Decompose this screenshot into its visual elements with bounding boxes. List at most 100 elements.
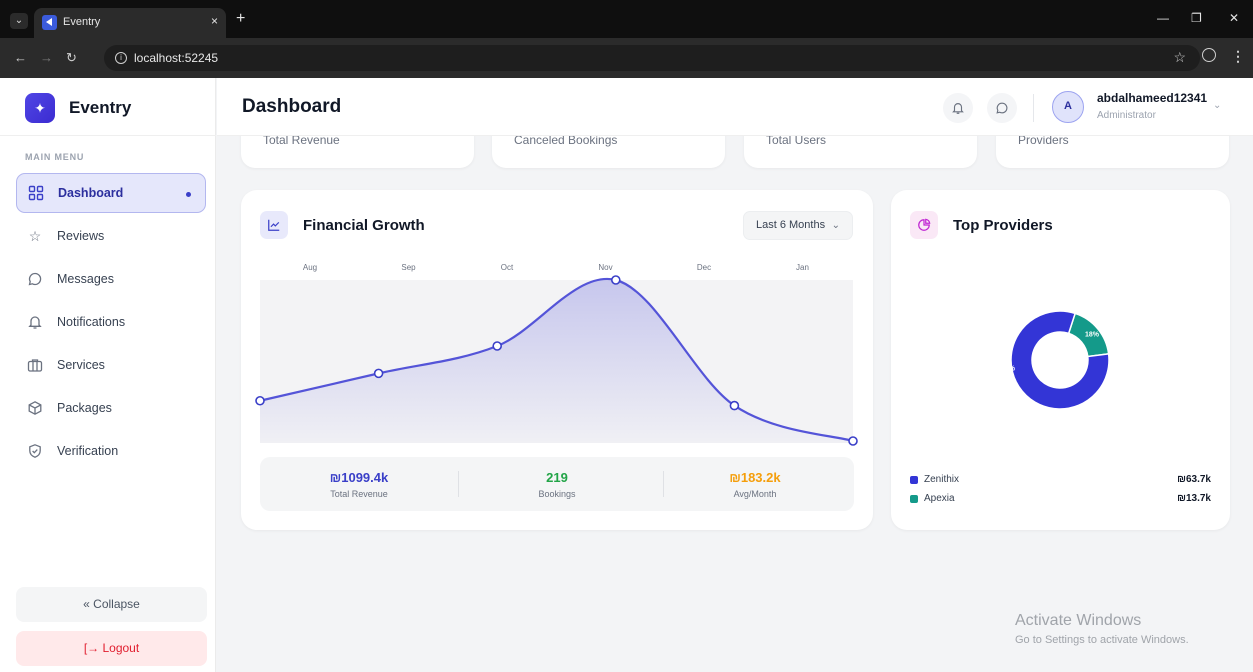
star-icon: ☆ [28,228,42,244]
collapse-button[interactable]: « Collapse [16,587,207,622]
window-close-icon[interactable]: ✕ [1229,11,1239,25]
chevron-down-icon[interactable]: ⌄ [1213,100,1221,111]
data-point[interactable] [729,400,740,411]
sidebar-item-messages[interactable]: Messages [16,260,206,300]
data-point[interactable] [492,341,503,351]
sidebar-item-packages[interactable]: Packages [16,389,206,429]
x-tick-label: Aug [303,263,317,272]
windows-watermark-subtitle: Go to Settings to activate Windows. [1015,634,1189,646]
tab-search-icon[interactable]: ⌄ [10,13,28,29]
forward-icon[interactable]: → [40,50,53,65]
profile-icon[interactable] [1202,48,1216,62]
range-select[interactable]: Last 6 Months ⌄ [743,211,853,240]
top-providers-title: Top Providers [953,217,1053,234]
user-role: Administrator [1097,110,1156,121]
notifications-bell-icon[interactable] [943,93,973,123]
line-chart-icon [260,211,288,239]
page-title: Dashboard [242,96,342,117]
brand-name: Eventry [69,98,132,117]
summary-total-revenue: ₪1099.4k Total Revenue [260,457,458,511]
slice-label: 18% [1085,332,1100,339]
sidebar-item-verification[interactable]: Verification [16,432,206,472]
site-info-icon[interactable]: i [115,52,127,64]
slice-label: 82% [1001,365,1016,372]
brand: ✦ Eventry [0,78,216,136]
package-icon [27,400,43,416]
sidebar-item-services[interactable]: Services [16,346,206,386]
summary-avg-month: ₪183.2k Avg/Month [656,457,854,511]
sidebar-item-label: Packages [57,401,112,415]
summary-label: Avg/Month [733,489,777,499]
data-point[interactable] [848,436,858,446]
sidebar-item-label: Services [57,358,105,372]
sidebar-item-notifications[interactable]: Notifications [16,303,206,343]
browser-tab[interactable]: Eventry × [34,8,226,38]
windows-watermark-title: Activate Windows [1015,612,1142,629]
data-point[interactable] [255,395,265,406]
financial-summary: ₪1099.4k Total Revenue 219 Bookings ₪183… [260,457,854,511]
sidebar-item-dashboard[interactable]: Dashboard [16,173,206,213]
sidebar-item-label: Verification [57,444,119,458]
address-bar[interactable]: i localhost:52245 ☆ [104,45,1200,71]
new-tab-icon[interactable]: + [236,10,245,28]
briefcase-icon [27,357,43,373]
x-tick-label: Dec [697,263,711,272]
data-point[interactable] [373,368,384,379]
user-name[interactable]: abdalhameed12341 [1097,91,1207,105]
logout-button[interactable]: [→ Logout [16,631,207,666]
sidebar-item-label: Dashboard [58,186,124,200]
minimize-icon[interactable]: — [1157,11,1169,25]
legend-name: Zenithix [924,474,960,485]
chat-icon [27,271,43,287]
restore-icon[interactable]: ❐ [1191,11,1202,25]
providers-donut-chart: 18% 82% [1001,310,1110,410]
legend-row: Apexia ₪13.7k [910,493,1211,507]
browser-toolbar: ← → ↻ i localhost:52245 ☆ ⋮ [0,38,1253,78]
legend-value: ₪13.7k [1177,493,1211,504]
financial-growth-title: Financial Growth [303,217,425,234]
data-point[interactable] [610,275,621,285]
summary-label: Total Revenue [330,489,388,499]
x-tick-label: Oct [501,263,514,272]
summary-value: 219 [546,470,568,485]
shield-check-icon [27,443,43,459]
bell-icon [27,314,43,330]
sidebar-item-reviews[interactable]: ☆ Reviews [16,217,206,257]
messages-chat-icon[interactable] [987,93,1017,123]
browser-menu-icon[interactable]: ⋮ [1231,48,1245,65]
x-tick-label: Jan [796,263,809,272]
summary-bookings: 219 Bookings [458,457,656,511]
financial-line-chart: Aug Sep Oct Nov Dec Jan [255,263,858,446]
header-divider [1033,94,1034,122]
financial-growth-card: Financial Growth Last 6 Months ⌄ Aug Sep O… [241,190,873,530]
party-popper-logo-icon: ✦ [25,93,55,123]
app-favicon-icon [42,15,57,30]
sidebar-item-label: Reviews [57,229,105,243]
url-text: localhost:52245 [134,51,219,65]
summary-label: Bookings [538,489,576,499]
tab-close-icon[interactable]: × [211,14,218,28]
avatar[interactable]: A [1052,91,1084,123]
browser-tab-strip: ⌄ Eventry × + — ❐ ✕ [0,0,1253,38]
sidebar: ✦ Eventry MAIN MENU Dashboard ☆ Reviews … [0,78,216,672]
pie-chart-icon [910,211,938,239]
bookmark-star-icon[interactable]: ☆ [1173,49,1186,66]
range-select-value: Last 6 Months [756,219,826,231]
legend-value: ₪63.7k [1177,474,1211,485]
legend-swatch [910,476,918,484]
top-header: Dashboard A abdalhameed12341 Administrat… [217,78,1253,136]
sidebar-item-label: Messages [57,272,114,286]
legend-row: Zenithix ₪63.7k [910,474,1211,488]
legend-swatch [910,495,918,503]
chevron-down-icon: ⌄ [831,220,840,231]
x-tick-label: Sep [401,263,416,272]
reload-icon[interactable]: ↻ [66,50,77,66]
x-tick-label: Nov [598,263,612,272]
menu-caption: MAIN MENU [25,152,85,162]
legend-name: Apexia [924,493,955,504]
back-icon[interactable]: ← [14,50,27,65]
active-indicator [186,192,191,197]
top-providers-card: Top Providers 18% 82% Zenithix ₪63.7k Ape… [891,190,1230,530]
tab-title: Eventry [63,16,101,28]
sidebar-item-label: Notifications [57,315,126,329]
